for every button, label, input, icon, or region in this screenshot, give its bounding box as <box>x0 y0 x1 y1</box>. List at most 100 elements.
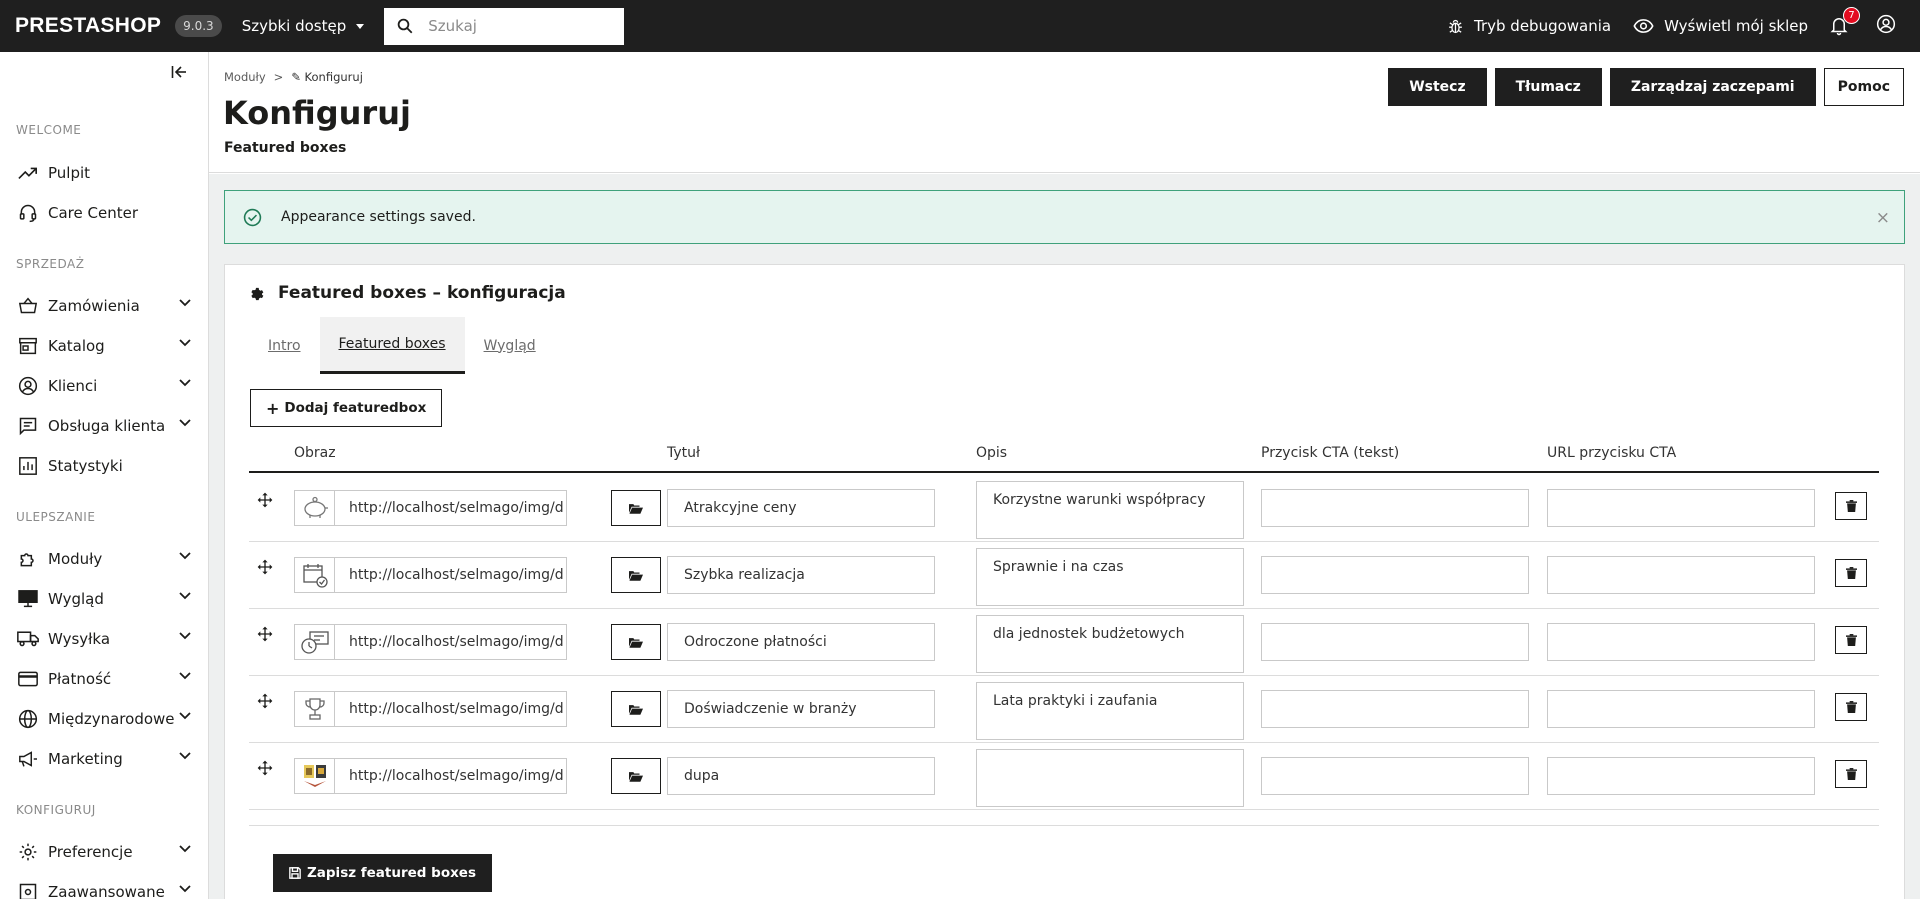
breadcrumb-modules-link[interactable]: Moduły <box>224 70 266 84</box>
search-box[interactable] <box>384 7 625 45</box>
title-input[interactable]: Doświadczenie w branży <box>667 690 935 728</box>
sidebar: WELCOME Pulpit Care Center SPRZEDAŻ Zamó… <box>0 52 209 899</box>
cta-text-input[interactable] <box>1261 757 1529 795</box>
drag-handle-icon[interactable] <box>257 559 273 575</box>
cta-text-input[interactable] <box>1261 690 1529 728</box>
breadcrumb-current: ✎ Konfiguruj <box>291 70 363 84</box>
title-input[interactable]: Odroczone płatności <box>667 623 935 661</box>
tab-featured-boxes[interactable]: Featured boxes <box>319 317 465 374</box>
notifications-button[interactable]: 7 <box>1830 7 1860 37</box>
title-input[interactable]: Szybka realizacja <box>667 556 935 594</box>
cta-url-input[interactable] <box>1547 489 1815 527</box>
debug-mode-label: Tryb debugowania <box>1474 17 1612 35</box>
delete-row-button[interactable] <box>1835 492 1867 520</box>
browse-image-button[interactable] <box>611 624 661 660</box>
drag-handle-icon[interactable] <box>257 626 273 642</box>
close-alert-button[interactable]: × <box>1876 208 1890 228</box>
image-url-field[interactable]: http://localhost/selmago/img/d <box>335 624 567 660</box>
tab-wyglad[interactable]: Wygląd <box>465 317 555 374</box>
cta-url-input[interactable] <box>1547 757 1815 795</box>
user-menu-button[interactable] <box>1876 14 1896 38</box>
delete-row-button[interactable] <box>1835 626 1867 654</box>
sidebar-item-katalog[interactable]: Katalog <box>16 330 191 362</box>
cta-text-input[interactable] <box>1261 556 1529 594</box>
delete-row-button[interactable] <box>1835 559 1867 587</box>
title-input[interactable]: dupa <box>667 757 935 795</box>
trash-icon <box>1845 567 1857 579</box>
folder-open-icon <box>629 570 643 581</box>
description-textarea[interactable]: Sprawnie i na czas <box>976 548 1244 606</box>
image-url-field[interactable]: http://localhost/selmago/img/d <box>335 691 567 727</box>
back-button[interactable]: Wstecz <box>1388 68 1487 106</box>
description-textarea[interactable]: Korzystne warunki współpracy <box>976 481 1244 539</box>
quick-access-dropdown[interactable]: Szybki dostęp <box>242 17 365 35</box>
chevron-down-icon <box>179 632 191 640</box>
browse-image-button[interactable] <box>611 758 661 794</box>
description-textarea[interactable]: Lata praktyki i zaufania <box>976 682 1244 740</box>
cta-text-input[interactable] <box>1261 489 1529 527</box>
sidebar-item-wysylka[interactable]: Wysyłka <box>16 623 191 655</box>
sidebar-item-zamowienia[interactable]: Zamówienia <box>16 290 191 322</box>
sidebar-item-pulpit[interactable]: Pulpit <box>16 157 191 189</box>
megaphone-icon <box>16 747 40 771</box>
prestashop-logo[interactable]: PRESTASHOP <box>15 14 161 38</box>
sidebar-item-obsluga-klienta[interactable]: Obsługa klienta <box>16 410 191 442</box>
sidebar-item-label: Zaawansowane <box>48 883 165 899</box>
cta-text-input[interactable] <box>1261 623 1529 661</box>
sidebar-item-label: Płatność <box>48 670 112 688</box>
sidebar-item-statystyki[interactable]: Statystyki <box>16 450 191 482</box>
section-sprzedaz: SPRZEDAŻ <box>16 257 85 271</box>
cta-url-input[interactable] <box>1547 690 1815 728</box>
help-button[interactable]: Pomoc <box>1823 68 1904 106</box>
browse-image-button[interactable] <box>611 557 661 593</box>
view-shop-link[interactable]: Wyświetl mój sklep <box>1633 17 1808 35</box>
sidebar-item-wyglad[interactable]: Wygląd <box>16 583 191 615</box>
description-textarea[interactable]: dla jednostek budżetowych <box>976 615 1244 673</box>
column-header-image: Obraz <box>294 445 336 461</box>
search-input[interactable] <box>428 17 609 35</box>
manage-hooks-button[interactable]: Zarządzaj zaczepami <box>1609 68 1816 106</box>
browse-image-button[interactable] <box>611 691 661 727</box>
sidebar-item-label: Pulpit <box>48 164 91 182</box>
browse-image-button[interactable] <box>611 490 661 526</box>
title-input[interactable]: Atrakcyjne ceny <box>667 489 935 527</box>
table-row: http://localhost/selmago/img/d Doświadcz… <box>249 676 1879 743</box>
sidebar-item-care-center[interactable]: Care Center <box>16 197 191 229</box>
translate-button[interactable]: Tłumacz <box>1494 68 1602 106</box>
image-url-field[interactable]: http://localhost/selmago/img/d <box>335 557 567 593</box>
drag-handle-icon[interactable] <box>257 492 273 508</box>
globe-icon <box>16 707 40 731</box>
table-row: http://localhost/selmago/img/d Szybka re… <box>249 542 1879 609</box>
sidebar-item-moduly[interactable]: Moduły <box>16 543 191 575</box>
chevron-down-icon <box>179 845 191 853</box>
alert-message: Appearance settings saved. <box>281 209 476 225</box>
credit-card-icon <box>16 667 40 691</box>
column-header-description: Opis <box>976 445 1008 461</box>
sidebar-item-klienci[interactable]: Klienci <box>16 370 191 402</box>
drag-handle-icon[interactable] <box>257 693 273 709</box>
image-url-field[interactable]: http://localhost/selmago/img/d <box>335 490 567 526</box>
sidebar-item-label: Care Center <box>48 204 138 222</box>
section-welcome: WELCOME <box>16 123 82 137</box>
sidebar-item-marketing[interactable]: Marketing <box>16 743 191 775</box>
description-textarea[interactable] <box>976 749 1244 807</box>
delete-row-button[interactable] <box>1835 693 1867 721</box>
tab-intro[interactable]: Intro <box>249 317 320 374</box>
sidebar-item-miedzynarodowe[interactable]: Międzynarodowe <box>16 703 191 735</box>
sidebar-item-preferencje[interactable]: Preferencje <box>16 836 191 868</box>
cta-url-input[interactable] <box>1547 623 1815 661</box>
delete-row-button[interactable] <box>1835 760 1867 788</box>
save-featured-boxes-button[interactable]: Zapisz featured boxes <box>273 854 493 892</box>
debug-mode-link[interactable]: Tryb debugowania <box>1447 17 1611 35</box>
image-url-field[interactable]: http://localhost/selmago/img/d <box>335 758 567 794</box>
sidebar-item-platnosc[interactable]: Płatność <box>16 663 191 695</box>
chevron-down-icon <box>179 712 191 720</box>
collapse-sidebar-button[interactable] <box>171 65 187 83</box>
add-featuredbox-button[interactable]: + Dodaj featuredbox <box>250 389 443 427</box>
calendar-check-icon <box>294 557 335 593</box>
drag-handle-icon[interactable] <box>257 760 273 776</box>
table-row: http://localhost/selmago/img/d Odroczone… <box>249 609 1879 676</box>
desktop-icon <box>16 587 40 611</box>
cta-url-input[interactable] <box>1547 556 1815 594</box>
sidebar-item-zaawansowane[interactable]: Zaawansowane <box>16 876 191 899</box>
